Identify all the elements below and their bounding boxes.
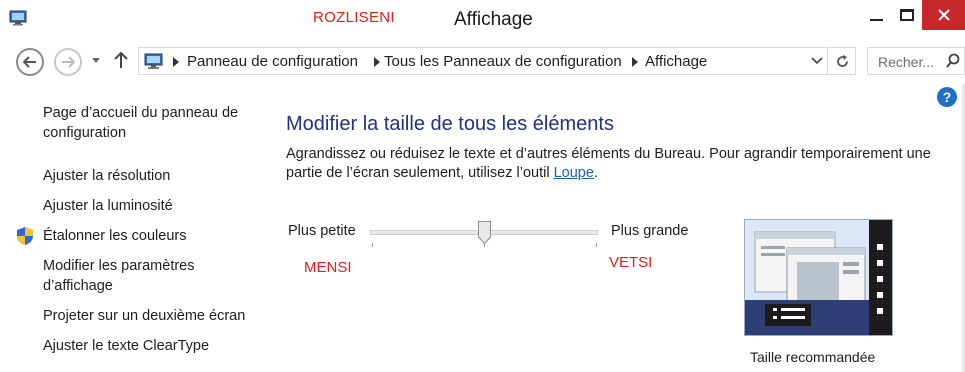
sidebar-item-adjust-cleartype[interactable]: Ajuster le texte ClearType (43, 336, 209, 356)
control-panel-icon (144, 53, 163, 69)
preview-caption: Taille recommandée (750, 349, 876, 365)
annotation-rozliseni: ROZLISENI (313, 9, 395, 26)
sidebar-item-label: d’affichage (43, 278, 113, 294)
breadcrumb-all-panels[interactable]: Tous les Panneaux de configuration (384, 53, 622, 70)
description-line: Agrandissez ou réduisez le texte et d’au… (286, 146, 931, 162)
window-title: Affichage (454, 9, 533, 30)
navigation-bar: Panneau de configuration Tous les Pannea… (0, 38, 965, 84)
title-bar: ROZLISENI Affichage (0, 0, 965, 38)
search-box[interactable]: Recher... (867, 47, 965, 75)
recent-locations-dropdown-icon[interactable] (92, 58, 100, 63)
close-icon (937, 9, 950, 21)
help-icon[interactable]: ? (937, 87, 957, 107)
breadcrumb-control-panel[interactable]: Panneau de configuration (187, 53, 358, 70)
maximize-button[interactable] (889, 0, 925, 30)
shield-icon (17, 227, 33, 245)
breadcrumb-separator-icon[interactable] (173, 57, 179, 67)
slider-label-larger: Plus grande (611, 223, 689, 239)
search-icon[interactable] (946, 53, 960, 69)
sidebar-item-label: configuration (43, 125, 127, 141)
annotation-vetsi: VETSI (609, 254, 653, 271)
sidebar-item-adjust-brightness[interactable]: Ajuster la luminosité (43, 196, 173, 216)
search-placeholder: Recher... (878, 54, 935, 70)
arrow-left-icon (23, 56, 36, 68)
display-app-icon[interactable] (9, 10, 27, 26)
sidebar-item-project-second-screen[interactable]: Projeter sur un deuxième écran (43, 306, 245, 326)
annotation-mensi: MENSI (304, 259, 352, 276)
slider-tick (596, 243, 597, 247)
sidebar-item-label: Modifier les paramètres (43, 258, 195, 274)
breadcrumb-display[interactable]: Affichage (645, 53, 707, 70)
close-button[interactable] (922, 0, 965, 30)
magnifier-link[interactable]: Loupe (554, 165, 594, 181)
page-heading: Modifier la taille de tous les éléments (286, 113, 614, 135)
sidebar-item-display-settings[interactable]: Modifier les paramètres d’affichage (43, 256, 195, 296)
back-button[interactable] (16, 48, 44, 76)
display-size-preview (744, 219, 893, 336)
refresh-icon (836, 54, 848, 67)
breadcrumb-separator-icon[interactable] (632, 57, 638, 67)
sidebar-item-label: Page d’accueil du panneau de (43, 105, 239, 121)
arrow-right-icon (62, 56, 75, 68)
forward-button[interactable] (54, 48, 82, 76)
minimize-icon (869, 19, 883, 21)
size-slider-thumb[interactable] (478, 221, 491, 244)
chevron-down-icon[interactable] (811, 54, 823, 66)
description-text: . (593, 165, 598, 181)
slider-tick (372, 243, 373, 247)
preview-image (745, 220, 892, 335)
sidebar-item-control-panel-home[interactable]: Page d’accueil du panneau de configurati… (43, 103, 238, 143)
up-arrow-icon[interactable] (114, 51, 128, 68)
sidebar-item-adjust-resolution[interactable]: Ajuster la résolution (43, 166, 170, 186)
sidebar-item-calibrate-colors[interactable]: Étalonner les couleurs (43, 226, 186, 246)
page-description: Agrandissez ou réduisez le texte et d’au… (286, 145, 961, 183)
description-text: partie de l’écran seulement, utilisez l’… (286, 165, 554, 181)
slider-label-smaller: Plus petite (288, 223, 356, 239)
breadcrumb-separator-icon[interactable] (374, 57, 380, 67)
address-bar[interactable]: Panneau de configuration Tous les Pannea… (138, 47, 828, 75)
refresh-button[interactable] (829, 47, 856, 75)
maximize-icon (900, 9, 914, 21)
description-line: partie de l’écran seulement, utilisez l’… (286, 164, 961, 183)
